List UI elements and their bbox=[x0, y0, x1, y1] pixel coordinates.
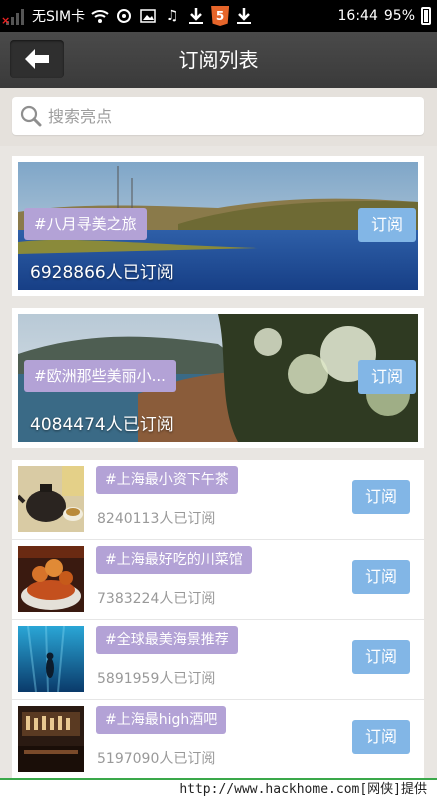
download-icon bbox=[235, 7, 253, 25]
back-button[interactable] bbox=[10, 40, 64, 78]
banner-image-coast: #欧洲那些美丽小... 4084474人已订阅 订阅 bbox=[18, 314, 418, 442]
thumbnail-ocean-diver bbox=[18, 626, 84, 692]
banner-image-lake: #八月寻美之旅 6928866人已订阅 订阅 bbox=[18, 162, 418, 290]
status-bar: × 无SIM卡 ♫ 5 16:44 95% bbox=[0, 0, 437, 32]
thumbnail-teapot bbox=[18, 466, 84, 532]
search-bar bbox=[0, 88, 437, 146]
topic-tag[interactable]: #上海最小资下午茶 bbox=[96, 466, 238, 494]
topic-tag[interactable]: #上海最好吃的川菜馆 bbox=[96, 546, 252, 574]
wifi-icon bbox=[91, 7, 109, 25]
download-icon bbox=[187, 7, 205, 25]
html5-icon: 5 bbox=[211, 6, 230, 26]
signal-icon: × bbox=[1, 7, 26, 27]
music-note-icon: ♫ bbox=[165, 8, 179, 24]
list-item[interactable]: #上海最小资下午茶 8240113人已订阅 订阅 bbox=[12, 460, 424, 540]
sync-icon bbox=[115, 7, 133, 25]
topic-tag[interactable]: #欧洲那些美丽小... bbox=[24, 360, 176, 392]
thumbnail-bar bbox=[18, 706, 84, 772]
clock: 16:44 bbox=[337, 8, 378, 24]
list-item[interactable]: #上海最好吃的川菜馆 7383224人已订阅 订阅 bbox=[12, 540, 424, 620]
subscribe-button[interactable]: 订阅 bbox=[352, 560, 410, 594]
watermark-footer: http://www.hackhome.com[网侠]提供 bbox=[0, 778, 437, 800]
search-icon bbox=[20, 105, 42, 127]
list-item[interactable]: #全球最美海景推荐 5891959人已订阅 订阅 bbox=[12, 620, 424, 700]
topic-tag[interactable]: #全球最美海景推荐 bbox=[96, 626, 238, 654]
subscribe-button[interactable]: 订阅 bbox=[358, 208, 416, 242]
subscriber-count: 8240113人已订阅 bbox=[97, 511, 216, 527]
subscriber-count: 7383224人已订阅 bbox=[97, 591, 216, 607]
subscriber-count: 5197090人已订阅 bbox=[97, 751, 216, 767]
subscribe-button[interactable]: 订阅 bbox=[352, 720, 410, 754]
subscription-list: #上海最小资下午茶 8240113人已订阅 订阅 #上海最好吃的川菜馆 7383… bbox=[12, 460, 424, 778]
header-bar: 订阅列表 bbox=[0, 32, 437, 88]
banner-card[interactable]: #欧洲那些美丽小... 4084474人已订阅 订阅 bbox=[12, 308, 424, 448]
battery-percent: 95% bbox=[383, 8, 415, 24]
subscriber-count: 4084474人已订阅 bbox=[30, 415, 174, 435]
list-item[interactable]: #上海最high酒吧 5197090人已订阅 订阅 bbox=[12, 700, 424, 778]
topic-tag[interactable]: #八月寻美之旅 bbox=[24, 208, 147, 240]
subscriber-count: 6928866人已订阅 bbox=[30, 263, 174, 283]
topic-tag[interactable]: #上海最high酒吧 bbox=[96, 706, 227, 734]
banner-card[interactable]: #八月寻美之旅 6928866人已订阅 订阅 bbox=[12, 156, 424, 296]
image-icon bbox=[139, 7, 157, 25]
page-title: 订阅列表 bbox=[178, 48, 259, 72]
back-arrow-icon bbox=[25, 49, 49, 69]
battery-icon bbox=[421, 7, 431, 25]
subscribe-button[interactable]: 订阅 bbox=[352, 480, 410, 514]
carrier-label: 无SIM卡 bbox=[32, 9, 86, 25]
subscriber-count: 5891959人已订阅 bbox=[97, 671, 216, 687]
subscribe-button[interactable]: 订阅 bbox=[358, 360, 416, 394]
search-box[interactable] bbox=[12, 97, 424, 135]
search-input[interactable] bbox=[48, 106, 408, 126]
subscribe-button[interactable]: 订阅 bbox=[352, 640, 410, 674]
thumbnail-sichuan-food bbox=[18, 546, 84, 612]
